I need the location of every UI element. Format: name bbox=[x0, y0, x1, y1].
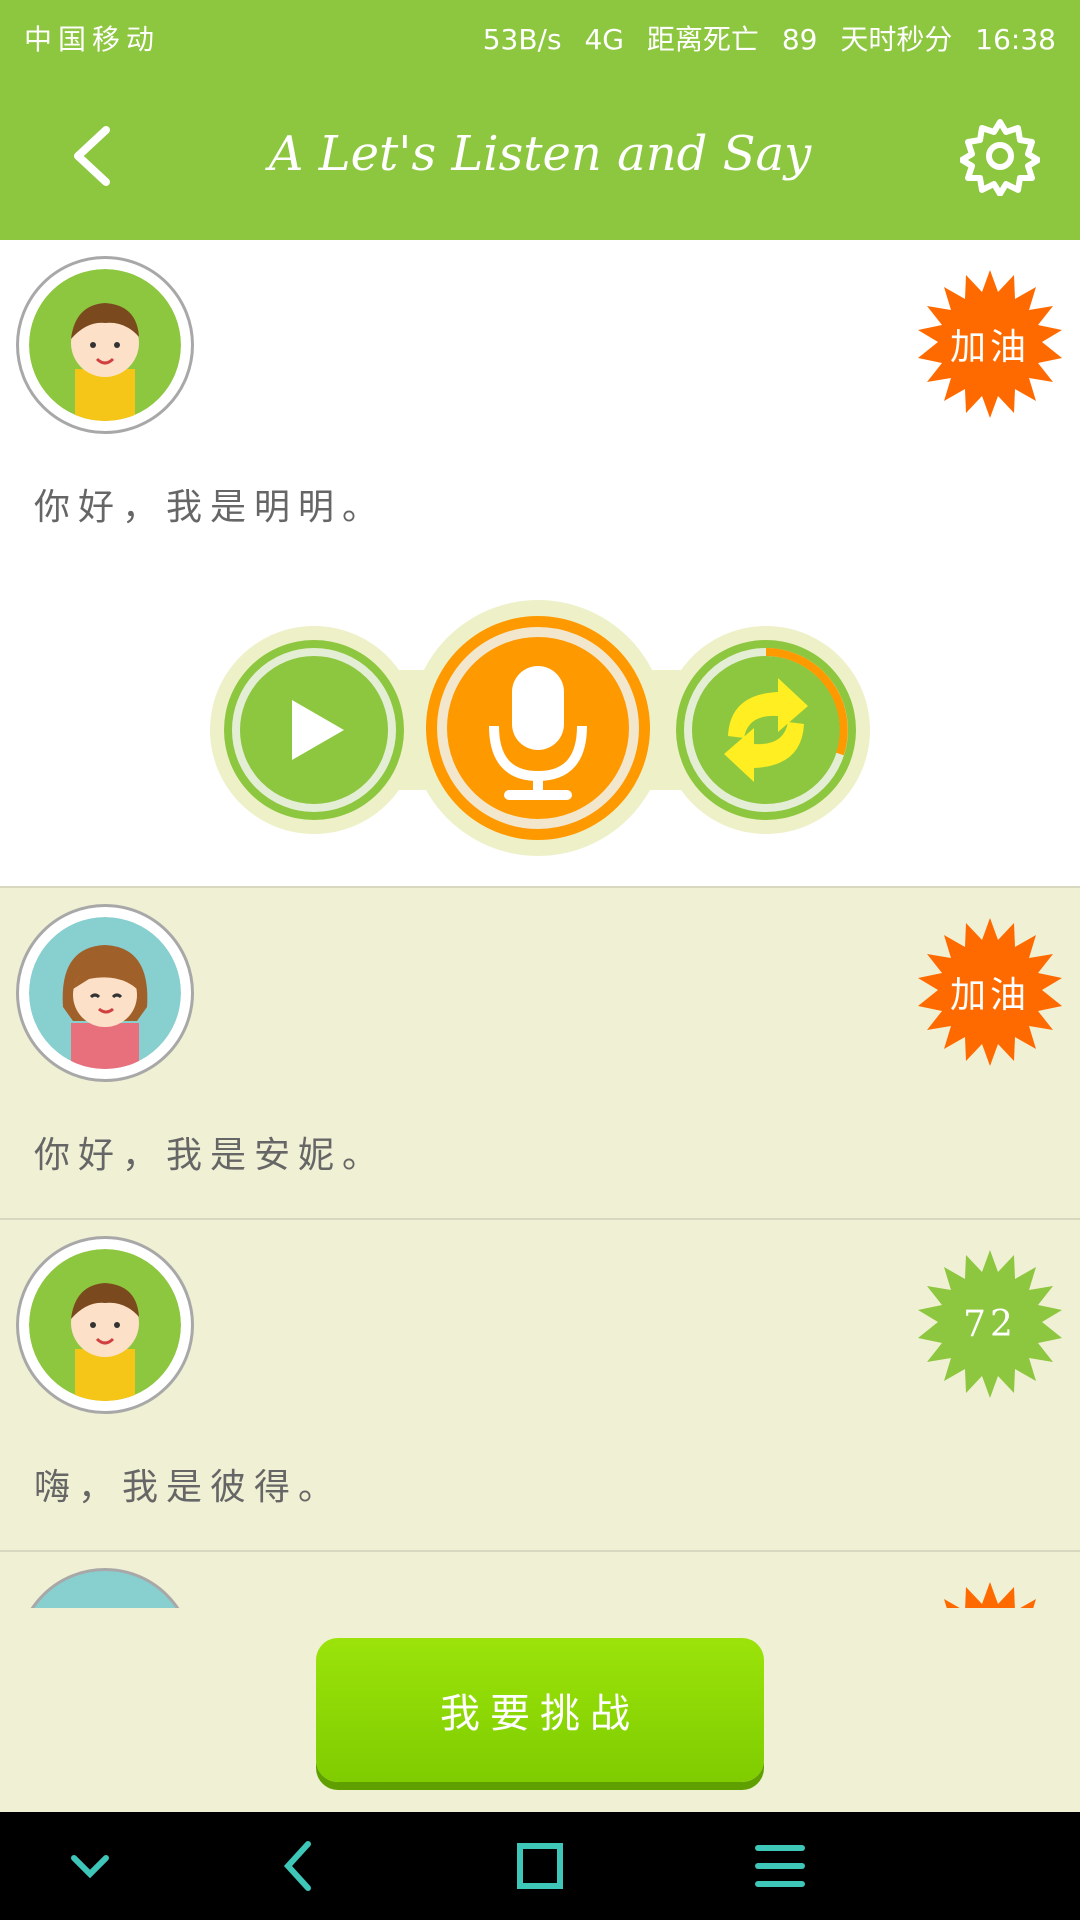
sentence-text: 嗨，我是彼得。 bbox=[34, 1467, 343, 1508]
nav-back-button[interactable] bbox=[270, 1836, 330, 1896]
sentence-text: 你好，我是安妮。 bbox=[34, 1135, 387, 1176]
gear-icon bbox=[959, 119, 1041, 197]
square-icon bbox=[517, 1843, 563, 1889]
play-button[interactable] bbox=[224, 640, 404, 820]
boy-avatar-icon bbox=[29, 1249, 181, 1401]
challenge-button[interactable]: 我要挑战 bbox=[316, 1638, 764, 1782]
banner-suffix: 天时秒分 bbox=[840, 23, 953, 56]
badge-score: 72 bbox=[963, 1303, 1017, 1345]
avatar bbox=[16, 256, 194, 434]
boy-avatar-icon bbox=[29, 269, 181, 421]
nav-home-button[interactable] bbox=[510, 1836, 570, 1896]
avatar bbox=[16, 1236, 194, 1414]
dialogue-row[interactable]: 72 嗨，我是彼得。 bbox=[0, 1220, 1080, 1552]
avatar bbox=[16, 1568, 194, 1608]
badge-label: 加油 bbox=[949, 327, 1030, 368]
clock: 16:38 bbox=[975, 23, 1056, 56]
record-button[interactable] bbox=[426, 616, 650, 840]
app-bar: A Let's Listen and Say bbox=[0, 72, 1080, 240]
status-bar: 中国移动 53B/s 4G 距离死亡 89 天时秒分 16:38 bbox=[0, 0, 1080, 72]
network-type: 4G bbox=[584, 23, 624, 56]
status-right: 53B/s 4G 距离死亡 89 天时秒分 16:38 bbox=[469, 18, 1056, 58]
dialogue-list[interactable]: 加油 你好，我是明明。 加油 你好，我是安妮。 72 嗨，我是彼得。 bbox=[0, 240, 1080, 1608]
network-speed: 53B/s bbox=[482, 23, 562, 56]
badge-label: 加油 bbox=[949, 975, 1030, 1016]
girl-avatar-icon bbox=[29, 917, 181, 1069]
settings-button[interactable] bbox=[959, 116, 1041, 197]
sentence-text: 你好，我是明明。 bbox=[34, 487, 387, 528]
nav-menu-button[interactable] bbox=[750, 1836, 810, 1896]
navigation-bar bbox=[0, 1812, 1080, 1920]
banner-text: 距离死亡 bbox=[646, 23, 759, 56]
bottom-action-area: 我要挑战 bbox=[0, 1608, 1080, 1812]
audio-controls bbox=[0, 600, 1080, 870]
chevron-down-icon bbox=[71, 1855, 109, 1879]
score-badge: 加油 bbox=[916, 918, 1064, 1066]
countdown-value: 89 bbox=[781, 23, 818, 56]
avatar bbox=[16, 904, 194, 1082]
dialogue-row[interactable]: 加油 你好，我是安妮。 bbox=[0, 888, 1080, 1220]
dialogue-row[interactable]: 加油 你好，我是明明。 bbox=[0, 240, 1080, 888]
starburst-icon bbox=[944, 1582, 1036, 1608]
dialogue-row[interactable] bbox=[0, 1552, 1080, 1608]
hide-keyboard-button[interactable] bbox=[60, 1836, 120, 1896]
score-badge: 加油 bbox=[916, 270, 1064, 418]
back-icon bbox=[283, 1841, 311, 1891]
carrier-label: 中国移动 bbox=[24, 23, 161, 56]
score-badge: 72 bbox=[916, 1250, 1064, 1398]
menu-icon bbox=[755, 1845, 805, 1887]
page-title: A Let's Listen and Say bbox=[268, 126, 812, 182]
replay-button[interactable] bbox=[676, 640, 856, 820]
score-badge bbox=[916, 1582, 1064, 1608]
